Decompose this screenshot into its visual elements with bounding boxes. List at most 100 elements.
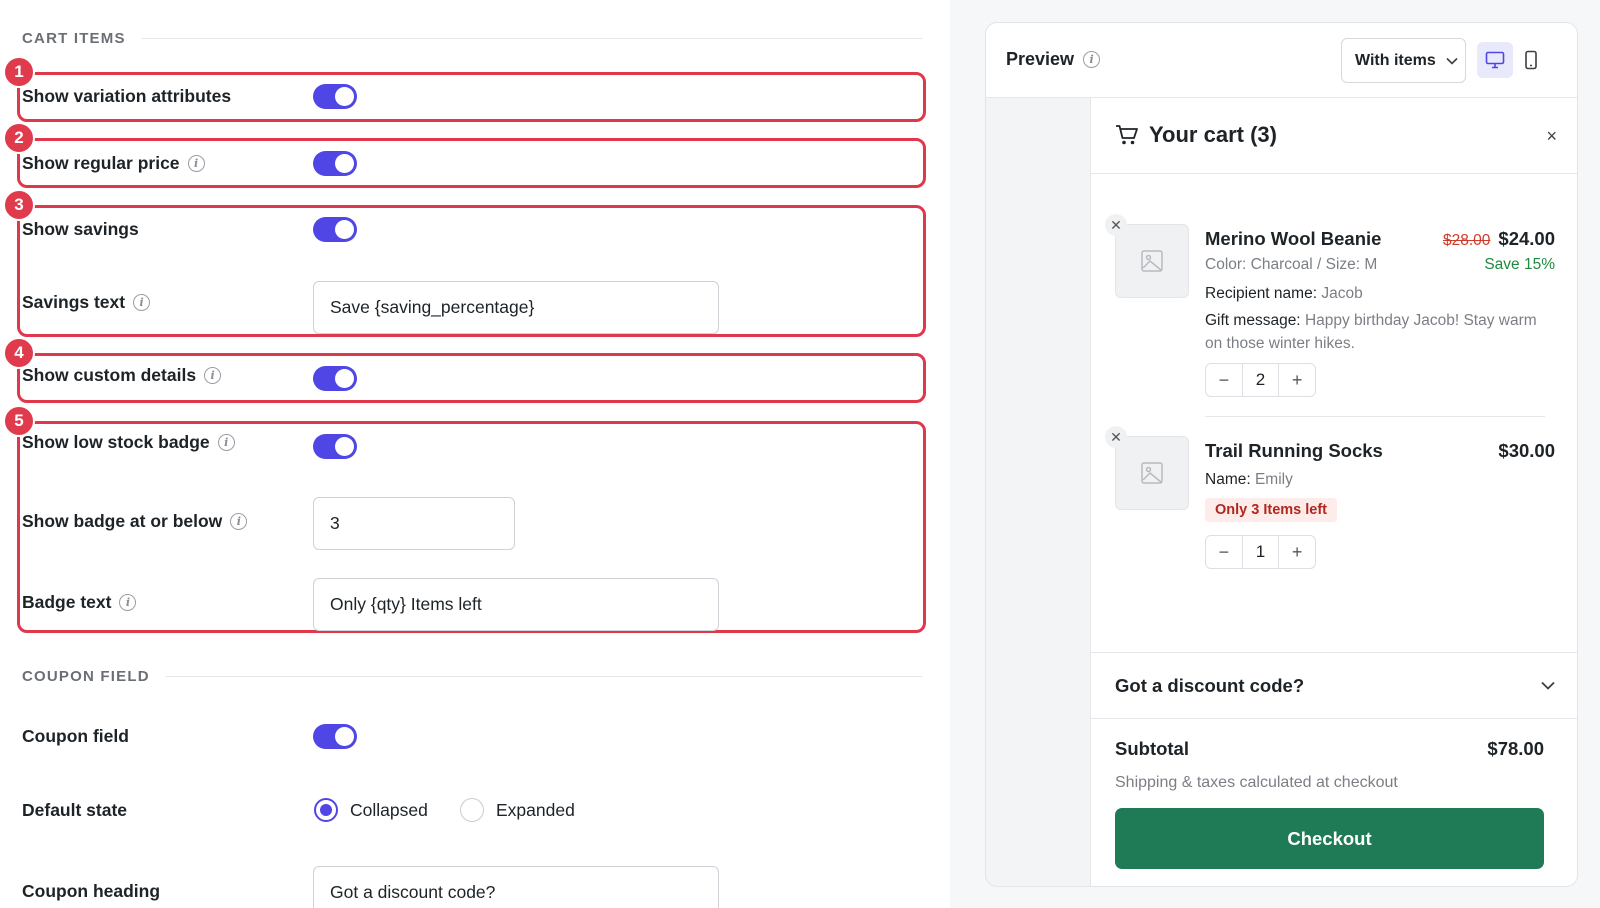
toggle-show-savings[interactable] [313,217,357,242]
settings-panel: CART ITEMS 1 Show variation attributes 2… [0,0,950,908]
mobile-icon [1525,50,1537,70]
info-icon[interactable]: i [187,155,205,172]
label-text: Show custom details [22,365,197,385]
item-name: Merino Wool Beanie [1205,228,1382,249]
toggle-coupon-field[interactable] [313,724,357,749]
discount-code-toggle[interactable]: Got a discount code? [1091,652,1577,719]
info-icon[interactable]: i [133,294,151,311]
detail-value: Jacob [1321,285,1363,302]
label-savings-text: Savings text i [22,292,151,313]
section-divider [165,676,922,677]
label-text: Badge text [22,592,112,612]
toggle-show-low-stock-badge[interactable] [313,434,357,459]
quantity-value[interactable]: 1 [1241,536,1280,568]
desktop-view-button[interactable] [1477,42,1513,78]
decrease-quantity-button[interactable]: − [1206,536,1242,568]
preview-mode-value: With items [1355,51,1436,69]
detail-value: Emily [1254,471,1293,488]
toggle-show-regular-price[interactable] [313,151,357,176]
toggle-show-variation-attributes[interactable] [313,84,357,109]
savings-text-input[interactable]: Save {saving_percentage} [313,281,719,334]
quantity-value[interactable]: 2 [1241,364,1280,396]
low-stock-badge: Only 3 Items left [1205,498,1338,522]
preview-card: Preview i With items Your cart (3) × ✕ M… [985,22,1578,887]
preview-toolbar: Preview i With items [986,23,1577,98]
detail-label: Recipient name: [1205,285,1318,302]
preview-title: Preview i [1006,49,1101,70]
cart-header: Your cart (3) × [1091,98,1577,174]
label-show-low-stock-badge: Show low stock badge i [22,432,235,453]
item-gift-message: Gift message: Happy birthday Jacob! Stay… [1205,309,1545,355]
label-text: Coupon field [22,726,129,746]
coupon-heading-input[interactable]: Got a discount code? [313,866,719,908]
shipping-note: Shipping & taxes calculated at checkout [1115,774,1398,791]
label-default-state: Default state [22,800,127,821]
subtotal-row: Subtotal $78.00 [1115,738,1544,760]
item-old-price: $28.00 [1442,232,1491,249]
remove-item-icon[interactable]: ✕ [1105,214,1127,236]
label-text: Savings text [22,292,126,312]
product-image-placeholder [1115,436,1189,510]
remove-item-icon[interactable]: ✕ [1105,426,1127,448]
quantity-stepper: − 1 + [1205,535,1316,569]
toggle-show-custom-details[interactable] [313,366,357,391]
info-icon[interactable]: i [217,434,235,451]
info-icon[interactable]: i [119,594,137,611]
decrease-quantity-button[interactable]: − [1206,364,1242,396]
radio-label: Expanded [496,799,575,820]
item-current-price: $24.00 [1498,228,1555,249]
subtotal-value: $78.00 [1487,738,1544,759]
radio-dot-selected[interactable] [314,798,338,822]
preview-mode-select[interactable]: With items [1341,38,1466,83]
cart-items-section-header: CART ITEMS [22,30,922,47]
label-text: Show variation attributes [22,86,232,106]
discount-label: Got a discount code? [1115,674,1305,696]
subtotal-label: Subtotal [1115,738,1189,759]
info-icon[interactable]: i [1083,51,1101,68]
item-price: $28.00 $24.00 [1443,228,1555,250]
label-coupon-heading: Coupon heading [22,881,160,902]
callout-badge-1: 1 [3,56,35,88]
label-badge-text: Badge text i [22,592,137,613]
label-coupon-field: Coupon field [22,726,129,747]
info-icon[interactable]: i [230,513,248,530]
label-text: Show regular price [22,153,180,173]
badge-threshold-input[interactable]: 3 [313,497,515,550]
label-text: Coupon heading [22,881,161,901]
callout-badge-2: 2 [3,122,35,154]
cart-drawer: Your cart (3) × ✕ Merino Wool Beanie $28… [1090,98,1577,886]
radio-dot[interactable] [460,798,484,822]
item-price: $30.00 [1498,440,1555,462]
badge-text-input[interactable]: Only {qty} Items left [313,578,719,631]
image-placeholder-icon [1141,250,1163,272]
callout-badge-3: 3 [3,189,35,221]
desktop-icon [1485,51,1505,69]
item-variation: Color: Charcoal / Size: M [1205,256,1378,273]
label-show-regular-price: Show regular price i [22,153,205,174]
product-image-placeholder [1115,224,1189,298]
item-custom-name: Name: Emily [1205,468,1293,491]
image-placeholder-icon [1141,462,1163,484]
close-icon[interactable]: × [1546,126,1557,147]
increase-quantity-button[interactable]: + [1279,536,1315,568]
item-savings: Save 15% [1484,256,1555,273]
info-icon[interactable]: i [204,367,222,384]
label-text: Default state [22,800,128,820]
coupon-field-section-header: COUPON FIELD [22,668,922,685]
increase-quantity-button[interactable]: + [1279,364,1315,396]
checkout-button[interactable]: Checkout [1115,808,1544,869]
cart-items-heading: CART ITEMS [22,30,126,47]
radio-collapsed[interactable]: Collapsed [314,798,428,822]
detail-label: Gift message: [1205,312,1301,329]
chevron-down-icon [1541,681,1555,690]
section-divider [141,38,922,39]
radio-expanded[interactable]: Expanded [460,798,575,822]
item-recipient: Recipient name: Jacob [1205,282,1363,305]
mobile-view-button[interactable] [1513,42,1549,78]
label-show-badge-at-or-below: Show badge at or below i [22,511,248,532]
chevron-down-icon [1446,57,1458,65]
label-show-savings: Show savings [22,219,139,240]
label-text: Show badge at or below [22,511,223,531]
quantity-stepper: − 2 + [1205,363,1316,397]
detail-label: Name: [1205,471,1251,488]
